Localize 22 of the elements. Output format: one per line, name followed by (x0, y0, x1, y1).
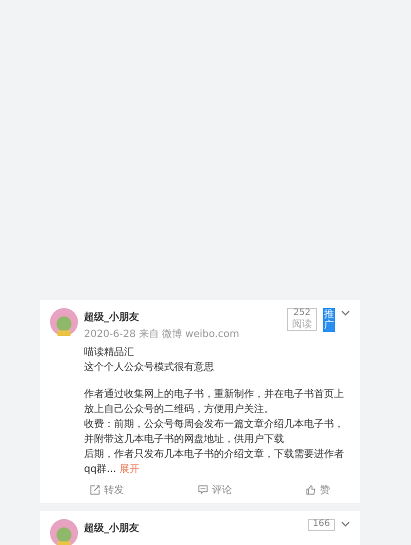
like-button[interactable]: 赞 (306, 483, 330, 497)
promote-button[interactable]: 推广 (323, 308, 335, 332)
post-text: 这个个人公众号模式很有意思 (84, 360, 215, 375)
post-text: 收费：前期，公众号每周会发布一篇文章介绍几本电子书，并附带这几本电子书的网盘地址，供用户下载 (84, 418, 345, 447)
author-name[interactable]: 超级_小朋友 (84, 310, 281, 324)
caret-icon[interactable] (341, 310, 350, 316)
read-count-badge: 166 (308, 519, 335, 531)
thumbs-up-icon (306, 485, 316, 495)
post-meta: 2020-6-28 来自 微博 weibo.com (84, 328, 240, 341)
post-text: 后期，作者只发布几本电子书的介绍文章，下载需要进作者qq群... 展开 (84, 448, 345, 477)
caret-icon[interactable] (341, 521, 350, 527)
comment-button[interactable]: 评论 (198, 483, 232, 497)
read-count-badge: 252 阅读 (287, 308, 317, 331)
author-name[interactable]: 超级_小朋友 (84, 521, 302, 535)
comment-icon (198, 485, 208, 495)
expand-link[interactable]: 展开 (119, 464, 140, 475)
repost-button[interactable]: 转发 (90, 483, 124, 497)
post-text: 作者通过收集网上的电子书，重新制作，并在电子书首页上放上自己公众号的二维码，方便用户关注。 (84, 388, 345, 417)
avatar[interactable] (50, 308, 78, 336)
share-icon (90, 485, 100, 495)
post-text: 喵读精品汇 (84, 346, 135, 360)
avatar[interactable] (50, 519, 78, 545)
